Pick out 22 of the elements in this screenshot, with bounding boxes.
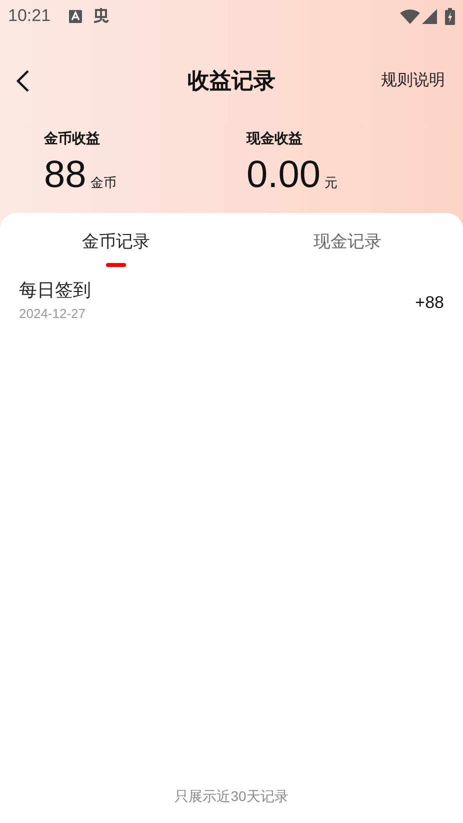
battery-icon [445, 8, 455, 24]
notification-icon [68, 10, 82, 22]
stat-unit: 金币 [90, 174, 116, 192]
footer-note: 只展示近30天记录 [174, 787, 288, 806]
record-title: 每日签到 [19, 279, 91, 302]
status-time: 10:21 [8, 5, 51, 28]
tab[interactable]: 金币记录 [0, 213, 232, 271]
signal-icon [422, 8, 437, 24]
stat-value: 88 [44, 153, 86, 198]
stat-value: 0.00 [246, 153, 320, 198]
record-amount: +88 [415, 292, 444, 314]
back-button[interactable] [16, 68, 32, 92]
page-title: 收益记录 [188, 67, 276, 95]
tab-indicator [106, 262, 126, 266]
wifi-icon [400, 8, 420, 24]
tab[interactable]: 现金记录 [232, 213, 463, 271]
back-icon [16, 68, 30, 92]
stat-unit: 元 [324, 174, 338, 192]
record-date: 2024-12-27 [19, 305, 86, 323]
stat-label: 金币收益 [44, 129, 101, 148]
rules-link[interactable]: 规则说明 [381, 68, 445, 92]
stat-label: 现金收益 [246, 129, 304, 148]
